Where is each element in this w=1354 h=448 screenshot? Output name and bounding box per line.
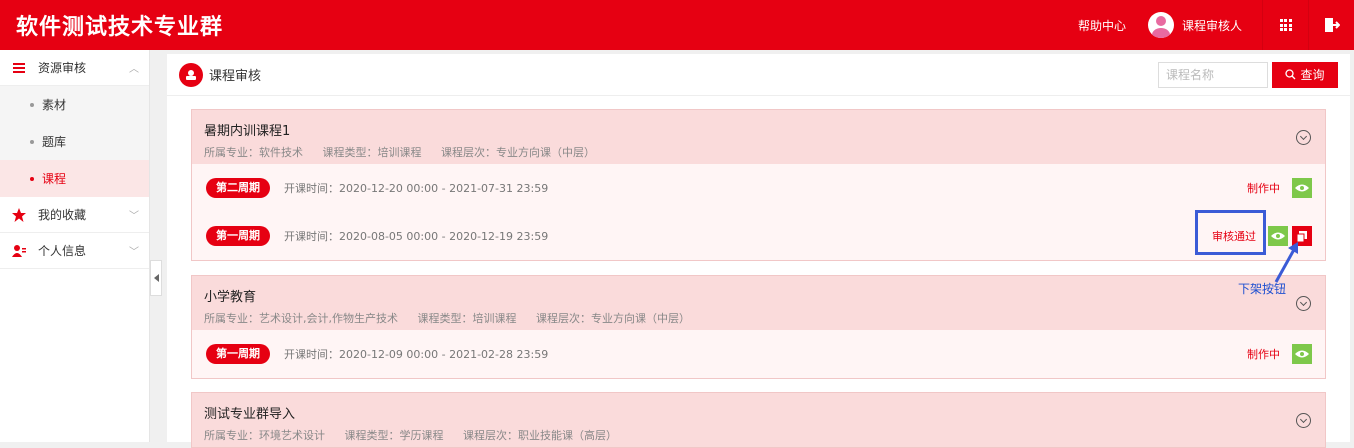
course-level: 课程层次：专业方向课（中层） xyxy=(441,146,595,159)
course-meta: 所属专业：艺术设计,会计,作物生产技术 课程类型：培训课程 课程层次：专业方向课… xyxy=(204,310,1313,326)
sidebar-item-material[interactable]: 素材 xyxy=(0,86,149,123)
course-review-icon xyxy=(179,62,203,87)
search-button[interactable]: 查询 xyxy=(1272,61,1338,88)
sidebar-item-question-bank[interactable]: 题库 xyxy=(0,123,149,160)
top-bar: 软件测试技术专业群 帮助中心 课程审核人 xyxy=(0,0,1354,50)
logout-button[interactable] xyxy=(1308,0,1354,50)
user-menu[interactable]: 课程审核人 xyxy=(1147,12,1242,38)
course-header[interactable]: 暑期内训课程1 所属专业：软件技术 课程类型：培训课程 课程层次：专业方向课（中… xyxy=(192,110,1325,164)
course-title: 测试专业群导入 xyxy=(204,407,296,422)
sidebar-group-label: 资源审核 xyxy=(38,61,87,75)
annotation-highlight-box xyxy=(1195,210,1266,255)
bullet-icon xyxy=(30,139,34,144)
sidebar-group-resource-review[interactable]: 资源审核 ︿ xyxy=(0,50,149,86)
course-meta: 所属专业：软件技术 课程类型：培训课程 课程层次：专业方向课（中层） xyxy=(204,144,1313,160)
help-center-link[interactable]: 帮助中心 xyxy=(1078,17,1126,34)
sidebar-group-favorites[interactable]: 我的收藏 ﹀ xyxy=(0,197,149,233)
avatar xyxy=(1147,12,1174,38)
course-major: 所属专业：艺术设计,会计,作物生产技术 xyxy=(204,312,398,325)
course-title: 小学教育 xyxy=(204,290,257,305)
sidebar-item-label: 课程 xyxy=(42,172,67,186)
period-row: 第一周期 开课时间：2020-12-09 00:00 - 2021-02-28 … xyxy=(192,330,1325,378)
collapse-arrow-icon xyxy=(153,274,159,282)
course-meta: 所属专业：环境艺术设计 课程类型：学历课程 课程层次：职业技能课（高层） xyxy=(204,427,1313,443)
course-major: 所属专业：软件技术 xyxy=(204,146,303,159)
course-major: 所属专业：环境艺术设计 xyxy=(204,429,325,442)
course-header[interactable]: 小学教育 所属专业：艺术设计,会计,作物生产技术 课程类型：培训课程 课程层次：… xyxy=(192,276,1325,330)
logout-icon xyxy=(1324,18,1340,32)
grid-icon xyxy=(1279,19,1292,31)
course-card: 测试专业群导入 所属专业：环境艺术设计 课程类型：学历课程 课程层次：职业技能课… xyxy=(191,392,1326,448)
course-name-search-input[interactable] xyxy=(1158,61,1268,88)
user-icon xyxy=(12,244,26,258)
period-row: 第二周期 开课时间：2020-12-20 00:00 - 2021-07-31 … xyxy=(192,164,1325,212)
status-badge: 制作中 xyxy=(1247,348,1280,361)
period-badge: 第一周期 xyxy=(206,344,270,364)
eye-icon xyxy=(1295,350,1309,358)
sidebar-item-label: 素材 xyxy=(42,98,67,112)
chevron-up-icon: ︿ xyxy=(129,64,139,75)
chevron-down-icon: ﹀ xyxy=(129,211,139,222)
sidebar-group-label: 我的收藏 xyxy=(38,208,87,222)
bullet-icon xyxy=(30,176,34,181)
search-icon xyxy=(1285,69,1296,80)
sidebar-collapse-handle[interactable] xyxy=(150,260,162,296)
course-card: 小学教育 所属专业：艺术设计,会计,作物生产技术 课程类型：培训课程 课程层次：… xyxy=(191,275,1326,379)
course-card: 暑期内训课程1 所属专业：软件技术 课程类型：培训课程 课程层次：专业方向课（中… xyxy=(191,109,1326,261)
period-row: 第一周期 开课时间：2020-08-05 00:00 - 2020-12-19 … xyxy=(192,212,1325,260)
annotation-arrow-icon xyxy=(1274,242,1298,283)
sidebar-item-course[interactable]: 课程 xyxy=(0,160,149,197)
period-time: 开课时间：2020-12-09 00:00 - 2021-02-28 23:59 xyxy=(284,348,549,361)
panel-header: 课程审核 查询 xyxy=(167,54,1350,96)
course-level: 课程层次：专业方向课（中层） xyxy=(536,312,690,325)
status-badge: 制作中 xyxy=(1247,182,1280,195)
expand-chevron-icon[interactable] xyxy=(1296,296,1311,311)
period-time: 开课时间：2020-12-20 00:00 - 2021-07-31 23:59 xyxy=(284,182,549,195)
course-level: 课程层次：职业技能课（高层） xyxy=(463,429,617,442)
star-icon xyxy=(12,207,26,222)
sidebar: 资源审核 ︿ 素材 题库 课程 我的收藏 ﹀ 个人信息 ﹀ xyxy=(0,50,150,442)
view-button[interactable] xyxy=(1292,178,1312,198)
expand-chevron-icon[interactable] xyxy=(1296,130,1311,145)
app-title: 软件测试技术专业群 xyxy=(16,15,224,40)
course-title: 暑期内训课程1 xyxy=(204,124,291,139)
apps-grid-button[interactable] xyxy=(1262,0,1308,50)
main-panel: 课程审核 查询 暑期内训课程1 所属专业：软件技术 课程类型：培训课程 课程层次… xyxy=(167,54,1350,448)
expand-chevron-icon[interactable] xyxy=(1296,413,1311,428)
bullet-icon xyxy=(30,102,34,107)
sidebar-group-profile[interactable]: 个人信息 ﹀ xyxy=(0,233,149,269)
annotation-label: 下架按钮 xyxy=(1238,282,1287,296)
period-badge: 第二周期 xyxy=(206,178,270,198)
list-icon xyxy=(12,61,26,75)
course-type: 课程类型：培训课程 xyxy=(322,146,422,159)
period-time: 开课时间：2020-08-05 00:00 - 2020-12-19 23:59 xyxy=(284,230,549,243)
view-button[interactable] xyxy=(1292,344,1312,364)
chevron-down-icon: ﹀ xyxy=(129,247,139,258)
sidebar-group-label: 个人信息 xyxy=(38,244,87,258)
user-name: 课程审核人 xyxy=(1181,18,1242,33)
course-header[interactable]: 测试专业群导入 所属专业：环境艺术设计 课程类型：学历课程 课程层次：职业技能课… xyxy=(192,393,1325,447)
sidebar-item-label: 题库 xyxy=(42,135,67,149)
period-badge: 第一周期 xyxy=(206,226,270,246)
page-title: 课程审核 xyxy=(209,69,262,84)
search-button-label: 查询 xyxy=(1300,68,1325,82)
course-type: 课程类型：学历课程 xyxy=(344,429,444,442)
eye-icon xyxy=(1295,184,1309,192)
course-type: 课程类型：培训课程 xyxy=(417,312,517,325)
